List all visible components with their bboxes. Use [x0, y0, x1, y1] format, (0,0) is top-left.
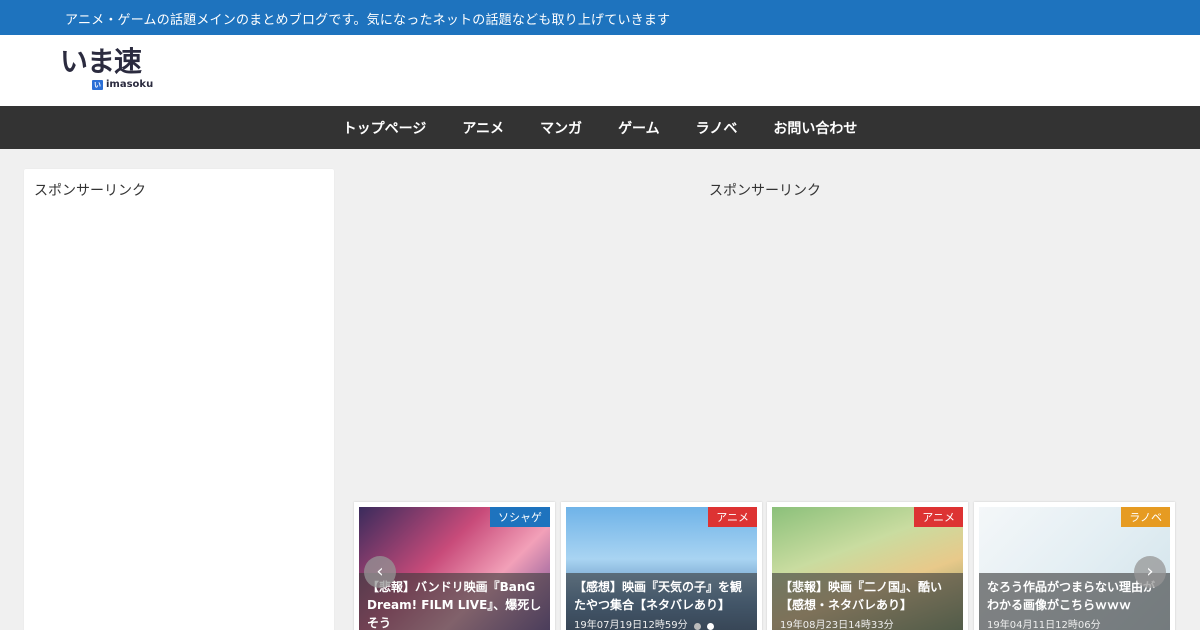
- category-badge[interactable]: ソシャゲ: [490, 507, 550, 527]
- site-tagline: アニメ・ゲームの話題メインのまとめブログです。気になったネットの話題なども取り上…: [65, 13, 671, 28]
- card-title: なろう作品がつまらない理由がわかる画像がこちらｗｗｗ: [987, 580, 1156, 612]
- nav-item-anime[interactable]: アニメ: [444, 118, 522, 138]
- carousel-dot[interactable]: [694, 623, 701, 630]
- category-badge[interactable]: アニメ: [914, 507, 963, 527]
- card-title: 【感想】映画『天気の子』を観たやつ集合【ネタバレあり】: [574, 580, 743, 612]
- main-sponsor-label: スポンサーリンク: [709, 183, 821, 199]
- carousel-next-button[interactable]: ›: [1134, 556, 1166, 588]
- site-header: いま速 いま imasoku: [0, 35, 1200, 106]
- card-title: 【悲報】バンドリ映画『BanG Dream! FILM LIVE』、爆死しそう: [367, 580, 542, 630]
- card-date: 19年04月11日12時06分: [987, 620, 1101, 630]
- carousel-dots: [694, 623, 714, 630]
- logo-text: いま速: [60, 45, 142, 78]
- nav-item-contact[interactable]: お問い合わせ: [755, 118, 875, 138]
- sidebar-sponsor-label: スポンサーリンク: [34, 183, 146, 199]
- sidebar: スポンサーリンク: [24, 169, 334, 630]
- logo-mark-icon: いま: [92, 79, 103, 99]
- card-date: 19年08月23日14時33分: [780, 620, 894, 630]
- nav-item-top[interactable]: トップページ: [325, 118, 445, 138]
- main-navigation: トップページ アニメ マンガ ゲーム ラノベ お問い合わせ: [0, 106, 1200, 149]
- card-thumbnail: アニメ 【感想】映画『天気の子』を観たやつ集合【ネタバレあり】 19年07月19…: [566, 507, 757, 630]
- logo-sub-label: imasoku: [106, 79, 154, 90]
- nav-item-game[interactable]: ゲーム: [600, 118, 678, 138]
- carousel-dot-active[interactable]: [707, 623, 714, 630]
- category-badge[interactable]: ラノベ: [1121, 507, 1170, 527]
- card-date: 19年07月19日12時59分: [574, 620, 688, 630]
- nav-item-light-novel[interactable]: ラノベ: [678, 118, 756, 138]
- carousel-card[interactable]: アニメ 【感想】映画『天気の子』を観たやつ集合【ネタバレあり】 19年07月19…: [561, 502, 762, 630]
- carousel-prev-button[interactable]: ‹: [364, 556, 396, 588]
- site-logo[interactable]: いま速 いま imasoku: [60, 45, 160, 99]
- article-carousel: ‹ › ソシャゲ 【悲報】バンドリ映画『BanG Dream! FILM LIV…: [354, 502, 1180, 630]
- logo-subtext: いま imasoku: [92, 79, 154, 99]
- card-thumbnail: アニメ 【悲報】映画『二ノ国』、酷い【感想・ネタバレあり】 19年08月23日1…: [772, 507, 963, 630]
- category-badge[interactable]: アニメ: [708, 507, 757, 527]
- nav-item-manga[interactable]: マンガ: [522, 118, 600, 138]
- carousel-card[interactable]: アニメ 【悲報】映画『二ノ国』、酷い【感想・ネタバレあり】 19年08月23日1…: [767, 502, 968, 630]
- top-bar: アニメ・ゲームの話題メインのまとめブログです。気になったネットの話題なども取り上…: [0, 0, 1200, 35]
- card-overlay: 【感想】映画『天気の子』を観たやつ集合【ネタバレあり】 19年07月19日12時…: [566, 573, 757, 630]
- card-overlay: 【悲報】映画『二ノ国』、酷い【感想・ネタバレあり】 19年08月23日14時33…: [772, 573, 963, 630]
- card-title: 【悲報】映画『二ノ国』、酷い【感想・ネタバレあり】: [780, 580, 943, 612]
